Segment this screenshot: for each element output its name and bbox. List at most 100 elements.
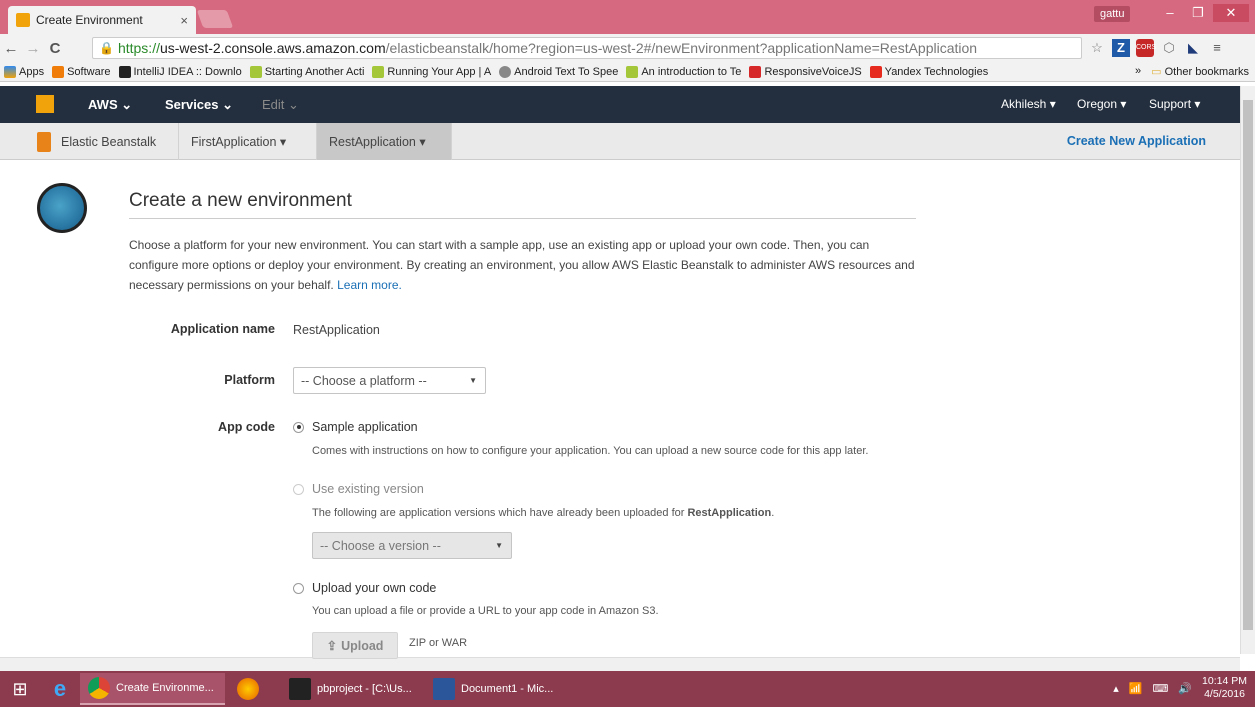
window-controls: – ❐ ✕ <box>1157 4 1249 22</box>
other-bookmarks[interactable]: ▭ Other bookmarks <box>1151 65 1249 78</box>
beanstalk-icon <box>37 131 51 152</box>
windows-taskbar: ⊞ e Create Environme... pbproject - [C:\… <box>0 671 1255 707</box>
vertical-scrollbar[interactable] <box>1240 86 1255 654</box>
chrome-icon <box>88 677 110 699</box>
page-title: Create a new environment <box>129 190 916 219</box>
chrome-menu-icon[interactable]: ≡ <box>1208 39 1226 57</box>
cors-extension-icon[interactable]: CORS <box>1136 39 1156 57</box>
bookmark-favicon-icon <box>52 65 65 78</box>
account-menu[interactable]: Akhilesh ▾ <box>1001 97 1056 111</box>
android-icon <box>626 65 639 78</box>
zotero-icon[interactable]: Z <box>1112 39 1130 57</box>
application-name-label: Application name <box>170 322 275 336</box>
bookmark-favicon-icon <box>499 65 512 78</box>
url-host: us-west-2.console.aws.amazon.com <box>159 40 386 56</box>
windows-start-icon[interactable]: ⊞ <box>0 679 40 700</box>
tab-close-icon[interactable]: × <box>180 13 188 28</box>
beanstalk-subnav: Elastic Beanstalk FirstApplication ▾ Res… <box>0 123 1240 160</box>
lock-icon: 🔒 <box>99 41 114 55</box>
radio-upload-own-code[interactable]: Upload your own code <box>293 581 436 595</box>
aws-favicon-icon <box>16 13 30 27</box>
bookmark-running-app[interactable]: Running Your App | A <box>372 65 491 78</box>
application-name-value: RestApplication <box>293 323 380 337</box>
reload-icon[interactable]: C <box>44 40 66 57</box>
back-arrow-icon[interactable]: ← <box>0 40 22 57</box>
taskbar-firefox[interactable] <box>229 673 277 705</box>
horizontal-scrollbar[interactable] <box>0 657 1240 671</box>
region-menu[interactable]: Oregon ▾ <box>1077 97 1126 111</box>
taskbar-chrome[interactable]: Create Environme... <box>80 673 225 705</box>
elastic-beanstalk-home[interactable]: Elastic Beanstalk <box>25 123 179 160</box>
bookmarks-right: » ▭ Other bookmarks <box>1135 65 1249 78</box>
folder-icon: ▭ <box>1151 66 1162 78</box>
rest-application-menu[interactable]: RestApplication ▾ <box>317 123 452 160</box>
browser-tab[interactable]: Create Environment × <box>8 6 196 34</box>
radio-sample-application[interactable]: Sample application <box>293 420 418 434</box>
minimize-icon[interactable]: – <box>1157 4 1183 22</box>
aws-top-nav: AWS ⌄ Services ⌄ Edit ⌄ Akhilesh ▾ Orego… <box>0 86 1240 123</box>
radio-unselected-icon[interactable] <box>293 582 304 594</box>
bookmark-intellij[interactable]: IntelliJ IDEA :: Downlo <box>118 65 242 78</box>
radio-unselected-icon[interactable] <box>293 483 304 495</box>
network-icon[interactable]: 📶 <box>1129 682 1143 695</box>
firefox-icon <box>237 678 259 700</box>
create-new-application-link[interactable]: Create New Application <box>1067 134 1206 148</box>
android-icon <box>249 65 262 78</box>
address-row: ← → C 🔒 https:// us-west-2.console.aws.a… <box>0 34 1255 62</box>
taskbar-word[interactable]: Document1 - Mic... <box>425 673 565 705</box>
bookmark-apps[interactable]: Apps <box>4 65 44 78</box>
bookmark-intro[interactable]: An introduction to Te <box>626 65 741 78</box>
restore-icon[interactable]: ❐ <box>1185 4 1211 22</box>
main-content: Create a new environment Choose a platfo… <box>129 190 916 295</box>
extension-icons: ☆ Z CORS ⬡ ◣ ≡ <box>1088 39 1226 57</box>
bookmark-yandex[interactable]: Yandex Technologies <box>869 65 988 78</box>
edit-menu[interactable]: Edit ⌄ <box>262 97 299 113</box>
star-bookmark-icon[interactable]: ☆ <box>1088 39 1106 57</box>
bookmark-favicon-icon <box>118 65 131 78</box>
bookmark-responsivevoice[interactable]: ResponsiveVoiceJS <box>749 65 862 78</box>
tray-chevron-icon[interactable]: ▴ <box>1113 682 1119 695</box>
intro-text: Choose a platform for your new environme… <box>129 238 915 292</box>
keyboard-icon[interactable]: ⌨ <box>1152 682 1168 695</box>
bookmark-tts[interactable]: Android Text To Spee <box>499 65 618 78</box>
apps-grid-icon <box>4 65 16 78</box>
system-tray: ▴ 📶 ⌨ 🔊 10:14 PM 4/5/2016 <box>1113 675 1247 701</box>
radio-selected-icon[interactable] <box>293 421 304 433</box>
upload-file-types: ZIP or WAR <box>409 637 468 649</box>
app-code-label: App code <box>218 420 275 434</box>
word-icon <box>433 678 455 700</box>
scrollbar-thumb[interactable] <box>1243 100 1253 630</box>
forward-arrow-icon[interactable]: → <box>22 40 44 57</box>
bookmark-android-activity[interactable]: Starting Another Acti <box>249 65 364 78</box>
profile-button[interactable]: gattu <box>1094 6 1131 22</box>
shield-extension-icon[interactable]: ⬡ <box>1160 39 1178 57</box>
environment-globe-icon <box>37 183 87 233</box>
url-scheme: https:// <box>117 40 160 56</box>
chevron-down-icon: ▼ <box>469 376 477 385</box>
upload-button[interactable]: ⇪ Upload <box>312 632 398 659</box>
chevron-down-icon: ▼ <box>495 541 503 550</box>
bookmark-software[interactable]: Software <box>52 65 111 78</box>
bookmarks-overflow[interactable]: » <box>1135 65 1141 78</box>
radio-existing-version[interactable]: Use existing version <box>293 482 424 496</box>
screencast-extension-icon[interactable]: ◣ <box>1184 39 1202 57</box>
volume-icon[interactable]: 🔊 <box>1178 682 1192 695</box>
close-window-icon[interactable]: ✕ <box>1213 4 1249 22</box>
existing-version-help: The following are application versions w… <box>312 507 775 519</box>
first-application-menu[interactable]: FirstApplication ▾ <box>179 123 317 160</box>
internet-explorer-icon[interactable]: e <box>40 676 80 702</box>
android-icon <box>372 65 385 78</box>
taskbar-intellij[interactable]: pbproject - [C:\Us... <box>281 673 421 705</box>
upload-code-help: You can upload a file or provide a URL t… <box>312 605 659 617</box>
clock[interactable]: 10:14 PM 4/5/2016 <box>1202 675 1247 701</box>
learn-more-link[interactable]: Learn more. <box>337 278 402 292</box>
version-select[interactable]: -- Choose a version -- ▼ <box>312 532 512 559</box>
platform-select[interactable]: -- Choose a platform -- ▼ <box>293 367 486 394</box>
aws-cube-logo-icon[interactable] <box>36 95 54 113</box>
aws-menu[interactable]: AWS ⌄ <box>88 97 132 113</box>
support-menu[interactable]: Support ▾ <box>1149 97 1200 111</box>
address-bar[interactable]: 🔒 https:// us-west-2.console.aws.amazon.… <box>92 37 1082 59</box>
new-tab-button[interactable] <box>196 10 234 28</box>
bookmarks-bar: Apps Software IntelliJ IDEA :: Downlo St… <box>0 62 1255 82</box>
services-menu[interactable]: Services ⌄ <box>165 97 233 113</box>
